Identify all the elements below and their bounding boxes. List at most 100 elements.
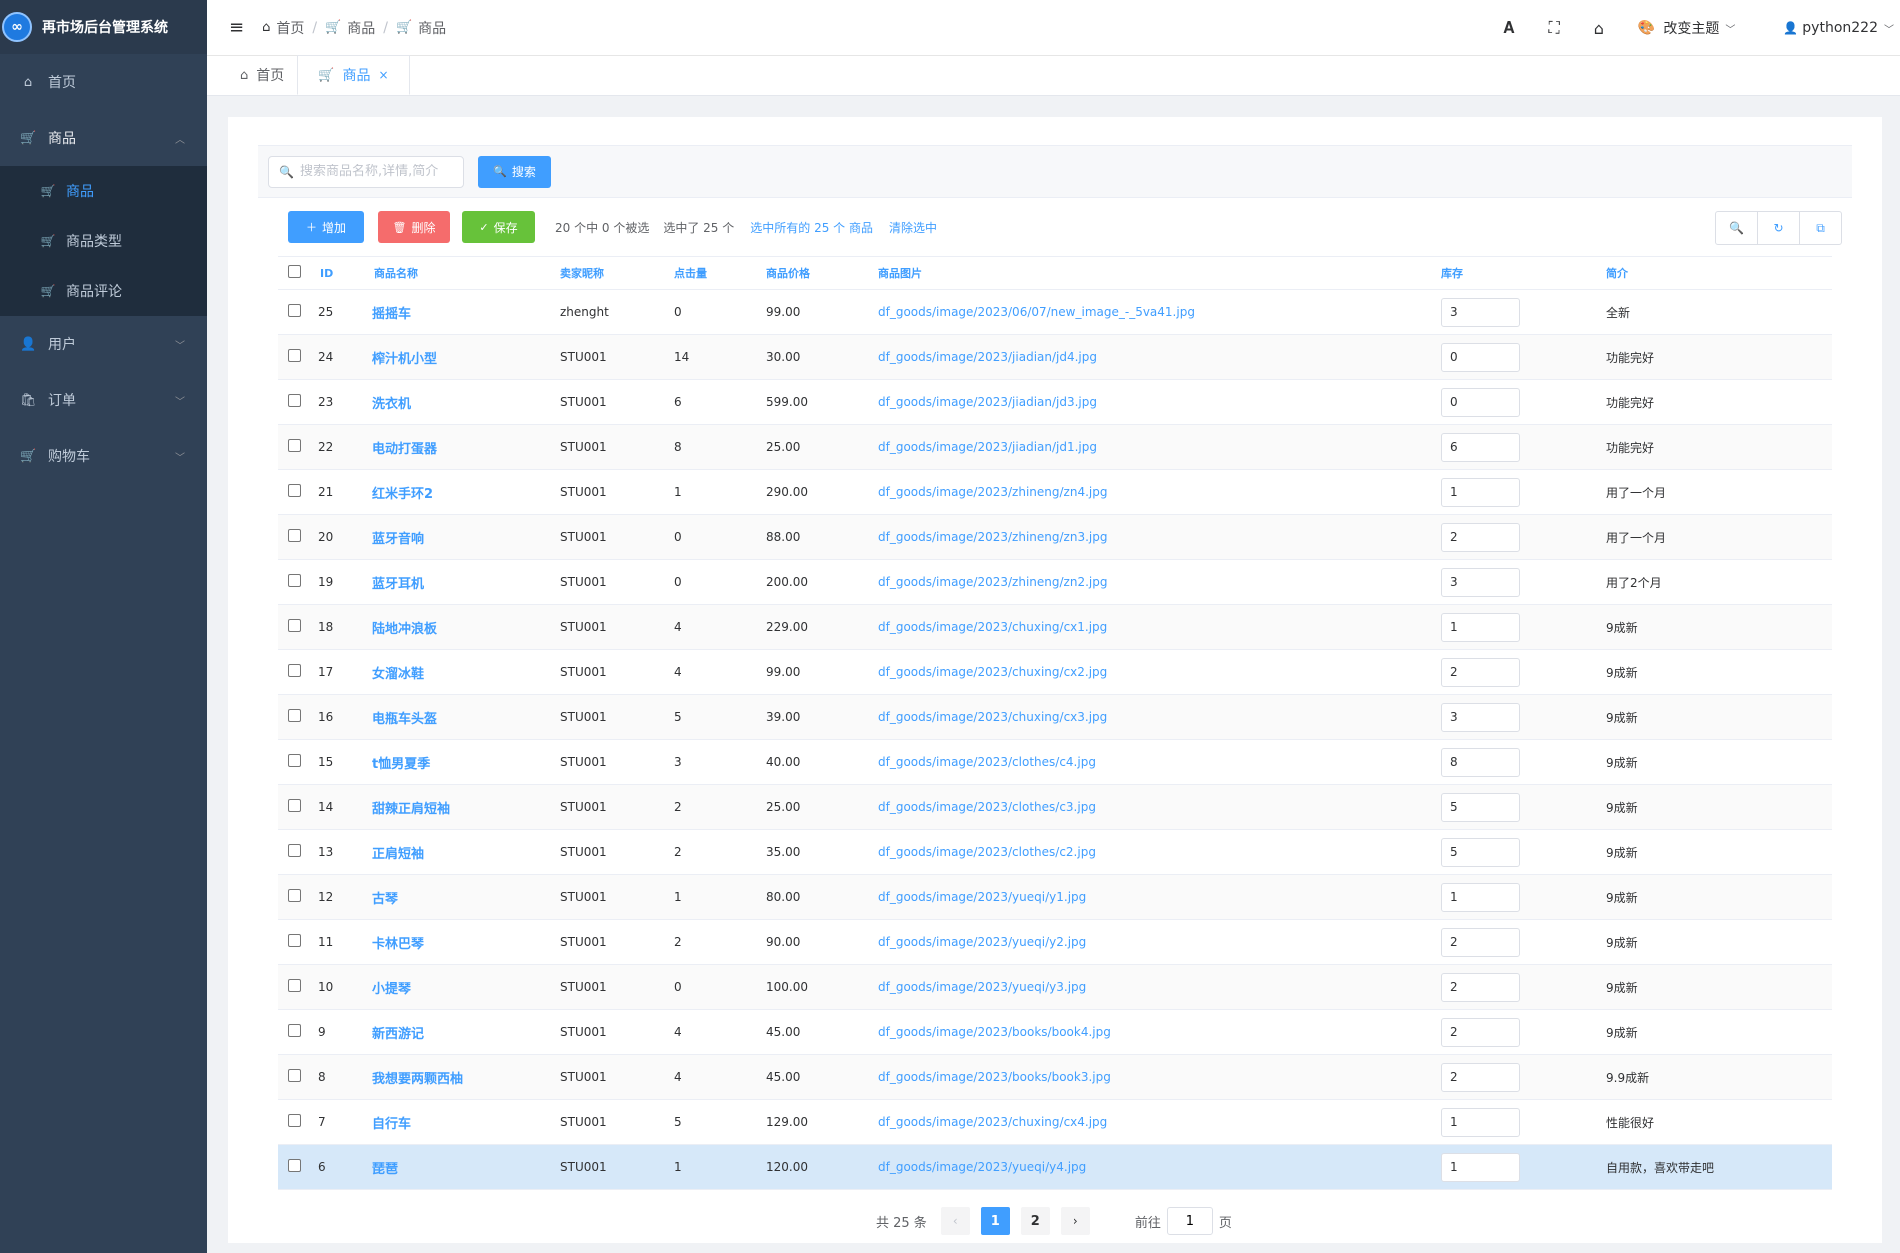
image-link[interactable]: df_goods/image/2023/jiadian/jd4.jpg xyxy=(878,350,1097,364)
stock-input[interactable] xyxy=(1441,1152,1520,1182)
clear-selection-link[interactable]: 清除选中 xyxy=(889,219,937,236)
page-jump-input[interactable] xyxy=(1166,1207,1213,1235)
tag-goods[interactable]: 🛒 商品 × xyxy=(297,55,410,95)
table-row[interactable]: 22 电动打蛋器 STU001 8 25.00 df_goods/image/2023/j… xyxy=(278,425,1832,470)
table-row[interactable]: 13 正肩短袖 STU001 2 35.00 df_goods/image/2023/cl… xyxy=(278,830,1832,875)
row-checkbox[interactable] xyxy=(288,1159,301,1172)
stock-input[interactable] xyxy=(1441,927,1520,957)
table-row[interactable]: 20 蓝牙音响 STU001 0 88.00 df_goods/image/2023/zh… xyxy=(278,515,1832,560)
image-link[interactable]: df_goods/image/2023/chuxing/cx1.jpg xyxy=(878,620,1107,634)
goods-name-link[interactable]: 古琴 xyxy=(372,892,398,907)
goods-name-link[interactable]: 新西游记 xyxy=(372,1027,424,1042)
sidebar-subitem-goods-type[interactable]: 🛒 商品类型 xyxy=(0,216,207,266)
search-input[interactable] xyxy=(299,164,460,179)
goods-name-link[interactable]: 洗衣机 xyxy=(372,397,411,412)
image-link[interactable]: df_goods/image/2023/books/book4.jpg xyxy=(878,1025,1111,1039)
image-link[interactable]: df_goods/image/2023/06/07/new_image_-_5v… xyxy=(878,305,1195,319)
sidebar-item-goods[interactable]: 🛒 商品 ︿ xyxy=(0,110,207,166)
row-checkbox[interactable] xyxy=(288,1024,301,1037)
stock-input[interactable] xyxy=(1441,1107,1520,1137)
goods-name-link[interactable]: 琵琶 xyxy=(372,1162,398,1177)
column-header-desc[interactable]: 简介 xyxy=(1606,265,1832,281)
image-link[interactable]: df_goods/image/2023/zhineng/zn4.jpg xyxy=(878,485,1107,499)
tag-home[interactable]: ⌂ 首页 xyxy=(227,55,297,95)
image-link[interactable]: df_goods/image/2023/clothes/c4.jpg xyxy=(878,755,1096,769)
row-checkbox[interactable] xyxy=(288,979,301,992)
stock-input[interactable] xyxy=(1441,1062,1520,1092)
sidebar-item-users[interactable]: 👤 用户 ﹀ xyxy=(0,316,207,372)
stock-input[interactable] xyxy=(1441,342,1520,372)
column-header-image[interactable]: 商品图片 xyxy=(878,265,1441,281)
image-link[interactable]: df_goods/image/2023/yueqi/y2.jpg xyxy=(878,935,1086,949)
table-row[interactable]: 7 自行车 STU001 5 129.00 df_goods/image/2023/chu… xyxy=(278,1100,1832,1145)
row-checkbox[interactable] xyxy=(288,844,301,857)
select-all-link[interactable]: 选中所有的 25 个 商品 xyxy=(750,219,873,236)
sidebar-item-home[interactable]: ⌂ 首页 xyxy=(0,54,207,110)
image-link[interactable]: df_goods/image/2023/jiadian/jd1.jpg xyxy=(878,440,1097,454)
row-checkbox[interactable] xyxy=(288,934,301,947)
table-row[interactable]: 18 陆地冲浪板 STU001 4 229.00 df_goods/image/2023/… xyxy=(278,605,1832,650)
search-button[interactable]: 🔍 搜索 xyxy=(478,155,551,188)
theme-dropdown[interactable]: 🎨 改变主题 ﹀ xyxy=(1638,18,1735,38)
row-checkbox[interactable] xyxy=(288,754,301,767)
table-row[interactable]: 14 甜辣正肩短袖 STU001 2 25.00 df_goods/image/2023/… xyxy=(278,785,1832,830)
goods-name-link[interactable]: 电瓶车头盔 xyxy=(372,712,437,727)
image-link[interactable]: df_goods/image/2023/chuxing/cx4.jpg xyxy=(878,1115,1107,1129)
image-link[interactable]: df_goods/image/2023/books/book3.jpg xyxy=(878,1070,1111,1084)
image-link[interactable]: df_goods/image/2023/clothes/c2.jpg xyxy=(878,845,1096,859)
breadcrumb-goods[interactable]: 🛒 商品 xyxy=(325,18,375,38)
table-row[interactable]: 23 洗衣机 STU001 6 599.00 df_goods/image/2023/ji… xyxy=(278,380,1832,425)
search-icon[interactable]: 🔍 xyxy=(1715,211,1758,245)
save-button[interactable]: ✓ 保存 xyxy=(462,211,535,243)
row-checkbox[interactable] xyxy=(288,1069,301,1082)
next-page-button[interactable]: › xyxy=(1060,1207,1090,1235)
goods-name-link[interactable]: 甜辣正肩短袖 xyxy=(372,802,450,817)
column-header-seller[interactable]: 卖家昵称 xyxy=(560,265,674,281)
goods-name-link[interactable]: 电动打蛋器 xyxy=(372,442,437,457)
stock-input[interactable] xyxy=(1441,432,1520,462)
row-checkbox[interactable] xyxy=(288,619,301,632)
table-row[interactable]: 9 新西游记 STU001 4 45.00 df_goods/image/2023/boo… xyxy=(278,1010,1832,1055)
image-link[interactable]: df_goods/image/2023/jiadian/jd3.jpg xyxy=(878,395,1097,409)
sidebar-item-orders[interactable]: 🛍 订单 ﹀ xyxy=(0,372,207,428)
sidebar-item-cart[interactable]: 🛒 购物车 ﹀ xyxy=(0,428,207,484)
goods-name-link[interactable]: 榨汁机小型 xyxy=(372,352,437,367)
row-checkbox[interactable] xyxy=(288,484,301,497)
fullscreen-icon[interactable]: ⛶ xyxy=(1549,18,1560,38)
goods-name-link[interactable]: 自行车 xyxy=(372,1117,411,1132)
stock-input[interactable] xyxy=(1441,747,1520,777)
user-dropdown[interactable]: 👤 python222 ﹀ xyxy=(1783,20,1894,36)
goods-name-link[interactable]: 我想要两颗西柚 xyxy=(372,1072,463,1087)
export-icon[interactable]: ⧉ xyxy=(1799,211,1842,245)
table-row[interactable]: 8 我想要两颗西柚 STU001 4 45.00 df_goods/image/2023/… xyxy=(278,1055,1832,1100)
stock-input[interactable] xyxy=(1441,702,1520,732)
column-header-stock[interactable]: 库存 xyxy=(1441,265,1606,281)
table-row[interactable]: 6 琵琶 STU001 1 120.00 df_goods/image/2023/yueq… xyxy=(278,1145,1832,1190)
table-row[interactable]: 21 红米手环2 STU001 1 290.00 df_goods/image/2023/… xyxy=(278,470,1832,515)
stock-input[interactable] xyxy=(1441,387,1520,417)
table-row[interactable]: 11 卡林巴琴 STU001 2 90.00 df_goods/image/2023/yu… xyxy=(278,920,1832,965)
stock-input[interactable] xyxy=(1441,792,1520,822)
row-checkbox[interactable] xyxy=(288,574,301,587)
goods-name-link[interactable]: 小提琴 xyxy=(372,982,411,997)
hamburger-icon[interactable]: ≡ xyxy=(229,17,244,38)
image-link[interactable]: df_goods/image/2023/zhineng/zn3.jpg xyxy=(878,530,1107,544)
goods-name-link[interactable]: 蓝牙音响 xyxy=(372,532,424,547)
column-header-name[interactable]: 商品名称 xyxy=(372,265,560,281)
stock-input[interactable] xyxy=(1441,477,1520,507)
table-row[interactable]: 12 古琴 STU001 1 80.00 df_goods/image/2023/yueq… xyxy=(278,875,1832,920)
row-checkbox[interactable] xyxy=(288,1114,301,1127)
goods-name-link[interactable]: 摇摇车 xyxy=(372,307,411,322)
stock-input[interactable] xyxy=(1441,297,1520,327)
goods-name-link[interactable]: 正肩短袖 xyxy=(372,847,424,862)
image-link[interactable]: df_goods/image/2023/chuxing/cx3.jpg xyxy=(878,710,1107,724)
image-link[interactable]: df_goods/image/2023/zhineng/zn2.jpg xyxy=(878,575,1107,589)
row-checkbox[interactable] xyxy=(288,394,301,407)
table-row[interactable]: 24 榨汁机小型 STU001 14 30.00 df_goods/image/2023/… xyxy=(278,335,1832,380)
table-row[interactable]: 25 摇摇车 zhenght 0 99.00 df_goods/image/2023/06… xyxy=(278,290,1832,335)
row-checkbox[interactable] xyxy=(288,709,301,722)
table-row[interactable]: 10 小提琴 STU001 0 100.00 df_goods/image/2023/yu… xyxy=(278,965,1832,1010)
stock-input[interactable] xyxy=(1441,567,1520,597)
goods-name-link[interactable]: 蓝牙耳机 xyxy=(372,577,424,592)
row-checkbox[interactable] xyxy=(288,889,301,902)
